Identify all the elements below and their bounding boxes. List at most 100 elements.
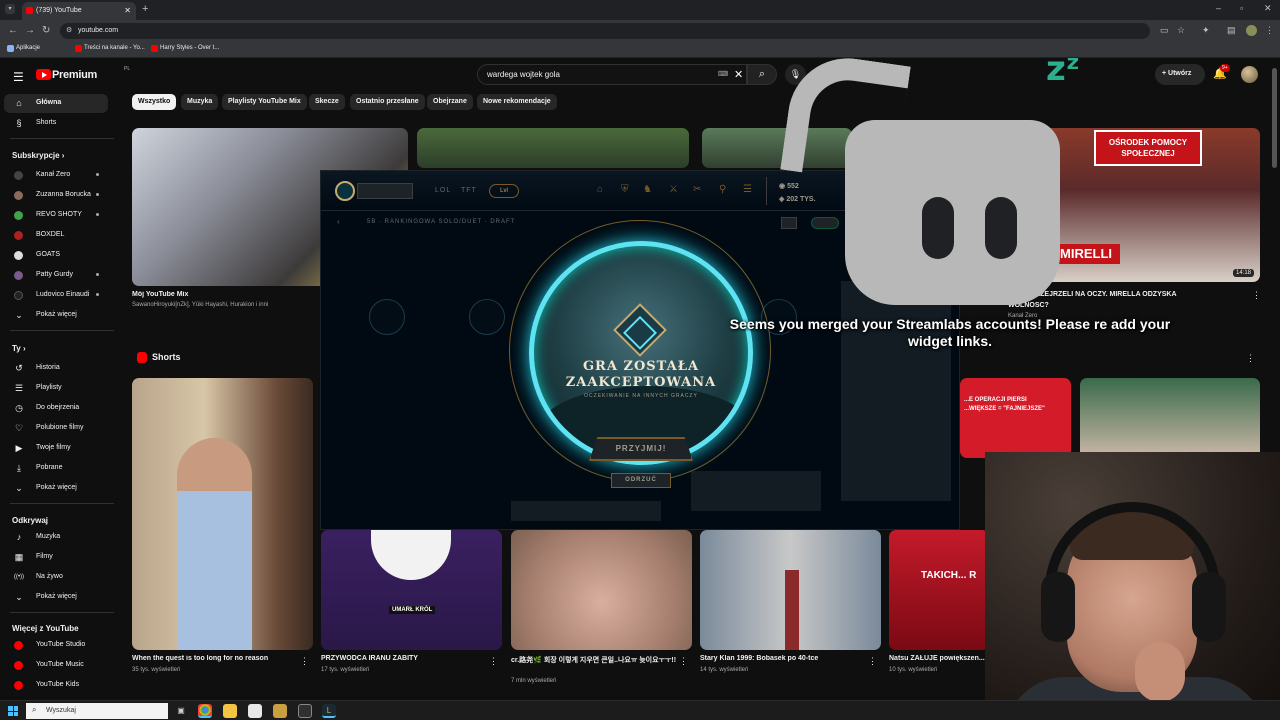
short-title[interactable]: When the quest is too long for no reason — [132, 655, 302, 662]
back-arrow-icon[interactable]: ‹ — [337, 217, 340, 226]
lol-play-button[interactable] — [335, 181, 355, 201]
keyboard-icon[interactable]: ⌨ — [718, 70, 728, 78]
sidebar-item-history[interactable]: ↺ Historia — [4, 359, 108, 378]
sidebar-item-sub[interactable]: BOXDEL — [4, 226, 108, 245]
cast-icon[interactable]: ▭ — [1160, 25, 1169, 36]
more-options-icon[interactable]: ⋮ — [868, 656, 877, 667]
close-window-icon[interactable]: ✕ — [1264, 3, 1272, 14]
profile-icon[interactable]: ♞ — [643, 184, 652, 195]
file-explorer-icon[interactable] — [223, 704, 237, 718]
tab-tft[interactable]: TFT — [461, 187, 477, 194]
play-label-box[interactable] — [357, 183, 413, 199]
accept-button[interactable]: PRZYJMIJ! — [589, 437, 693, 461]
tab-search-icon[interactable]: ▾ — [5, 4, 15, 14]
create-button[interactable]: + Utwórz — [1155, 64, 1205, 85]
sidebar-item-sub[interactable]: Kanał Zero — [4, 166, 108, 185]
bookmark-channel-content[interactable]: Treści na kanale - Yo... — [75, 45, 145, 52]
notifications-button[interactable]: 🔔 9+ — [1213, 64, 1230, 80]
decline-button[interactable]: ODRZUĆ — [611, 473, 671, 488]
sidebar-item-sub[interactable]: Zuzanna Borucka — [4, 186, 108, 205]
loot-icon[interactable]: ⚲ — [719, 184, 726, 195]
sidebar-item-movies[interactable]: ▦ Filmy — [4, 548, 108, 567]
bookmark-apps[interactable]: Aplikacje — [7, 45, 40, 52]
short-title[interactable]: cr.路尧🌿 회장 이렇게 지우면 큰일..나요ㅠ 늦이요ㅜㅜ!! — [511, 655, 676, 665]
windows-start-icon[interactable] — [8, 706, 18, 716]
browser-tab[interactable]: (739) YouTube ✕ — [22, 2, 136, 20]
subscriptions-header[interactable]: Subskrypcje › — [12, 151, 64, 160]
shield-icon[interactable]: ⛨ — [621, 184, 629, 195]
short-thumbnail[interactable] — [132, 378, 313, 650]
more-options-icon[interactable]: ⋮ — [679, 656, 688, 667]
sidebar-item-youtube-kids[interactable]: YouTube Kids — [4, 676, 108, 695]
show-more-button[interactable]: ⌄ Pokaż więcej — [4, 479, 108, 498]
crafting-icon[interactable]: ✂ — [693, 184, 701, 195]
sidebar-item-sub[interactable]: Ludovico Einaudi — [4, 286, 108, 305]
more-options-icon[interactable]: ⋮ — [300, 656, 309, 667]
sidebar-item-youtube-studio[interactable]: YouTube Studio — [4, 636, 108, 655]
search-button[interactable]: ⌕ — [747, 64, 777, 85]
extensions-icon[interactable]: ✦ — [1202, 25, 1210, 36]
back-icon[interactable]: ← — [8, 25, 18, 36]
league-client-icon[interactable]: L — [322, 704, 336, 718]
short-thumbnail[interactable] — [1080, 378, 1260, 458]
close-tab-icon[interactable]: ✕ — [124, 6, 131, 15]
store-icon[interactable]: ☰ — [743, 184, 752, 195]
show-more-button[interactable]: ⌄ Pokaż więcej — [4, 588, 108, 607]
sidebar-item-live[interactable]: ((•)) Na żywo — [4, 568, 108, 587]
hamburger-menu-icon[interactable]: ☰ — [13, 70, 24, 84]
task-view-icon[interactable]: ▣ — [174, 704, 188, 718]
chrome-icon[interactable] — [198, 704, 212, 718]
chip-music[interactable]: Muzyka — [181, 94, 219, 110]
bookmark-harry-styles[interactable]: Harry Styles - Over t... — [151, 45, 219, 52]
more-options-icon[interactable]: ⋮ — [1252, 290, 1261, 301]
chip-all[interactable]: Wszystko — [132, 94, 177, 110]
new-tab-button[interactable]: + — [142, 3, 148, 15]
sidebar-item-downloads[interactable]: ⤓ Pobrane — [4, 459, 108, 478]
short-thumbnail[interactable]: ...E OPERACJI PIERSI ...WIĘKSZE = "FAJNI… — [960, 378, 1071, 458]
show-more-button[interactable]: ⌄ Pokaż więcej — [4, 306, 108, 325]
toggle[interactable] — [811, 217, 839, 229]
sidebar-item-music[interactable]: ♪ Muzyka — [4, 528, 108, 547]
reload-icon[interactable]: ↻ — [42, 25, 50, 36]
home-icon[interactable]: ⌂ — [597, 184, 603, 195]
video-title[interactable]: ...NCY PRZEJRZELI NA OCZY. MIRELLA ODZYS… — [1008, 291, 1248, 298]
chip-watched[interactable]: Obejrzane — [427, 94, 473, 110]
sidebar-item-sub[interactable]: Patty Gurdy — [4, 266, 108, 285]
maximize-icon[interactable]: ▫ — [1240, 3, 1243, 13]
menu-icon[interactable]: ⋮ — [1265, 25, 1274, 36]
obs-icon[interactable] — [298, 704, 312, 718]
chip-mix-playlists[interactable]: Playlisty YouTube Mix — [222, 94, 307, 110]
collection-icon[interactable]: ⚔ — [669, 184, 678, 195]
tab-lol[interactable]: LOL — [435, 187, 451, 194]
sidebar-icon[interactable]: ▤ — [1227, 25, 1236, 36]
avatar[interactable] — [1241, 66, 1258, 83]
chip-sketches[interactable]: Skecze — [309, 94, 345, 110]
sidebar-item-sub[interactable]: REVO SHOTY — [4, 206, 108, 225]
short-title[interactable]: PRZYWÓDCA IRANU ZABITY — [321, 655, 491, 662]
sidebar-item-home[interactable]: ⌂ Główna — [4, 94, 108, 113]
forward-icon[interactable]: → — [25, 25, 35, 36]
address-bar[interactable]: ⚙ youtube.com — [60, 23, 1150, 39]
sidebar-item-playlists[interactable]: ☰ Playlisty — [4, 379, 108, 398]
you-header[interactable]: Ty › — [12, 344, 26, 353]
short-thumbnail[interactable] — [511, 530, 692, 650]
chip-recently-uploaded[interactable]: Ostatnio przesłane — [350, 94, 425, 110]
folder-icon[interactable] — [273, 704, 287, 718]
short-thumbnail[interactable] — [700, 530, 881, 650]
more-options-icon[interactable]: ⋮ — [1246, 353, 1255, 364]
lobby-icon[interactable] — [781, 217, 797, 229]
clear-search-icon[interactable]: ✕ — [734, 68, 743, 81]
short-title[interactable]: Natsu ŻAŁUJE powiększen... — [889, 655, 985, 662]
profile-avatar[interactable] — [1246, 25, 1257, 36]
mode-badge[interactable]: Lvl — [489, 184, 519, 198]
taskbar-search-input[interactable]: ⌕ Wyszukaj — [26, 703, 168, 719]
sidebar-item-liked[interactable]: ♡ Polubione filmy — [4, 419, 108, 438]
page-scrollbar[interactable] — [1272, 68, 1277, 168]
sidebar-item-your-videos[interactable]: ▶ Twoje filmy — [4, 439, 108, 458]
sidebar-item-shorts[interactable]: § Shorts — [4, 114, 108, 133]
bookmark-star-icon[interactable]: ☆ — [1177, 25, 1185, 36]
site-info-icon[interactable]: ⚙ — [66, 26, 72, 34]
short-title[interactable]: Stary Klan 1999: Bobasek po 40-tce — [700, 655, 865, 662]
video-thumbnail[interactable] — [417, 128, 689, 168]
sidebar-item-sub[interactable]: GOATS — [4, 246, 108, 265]
